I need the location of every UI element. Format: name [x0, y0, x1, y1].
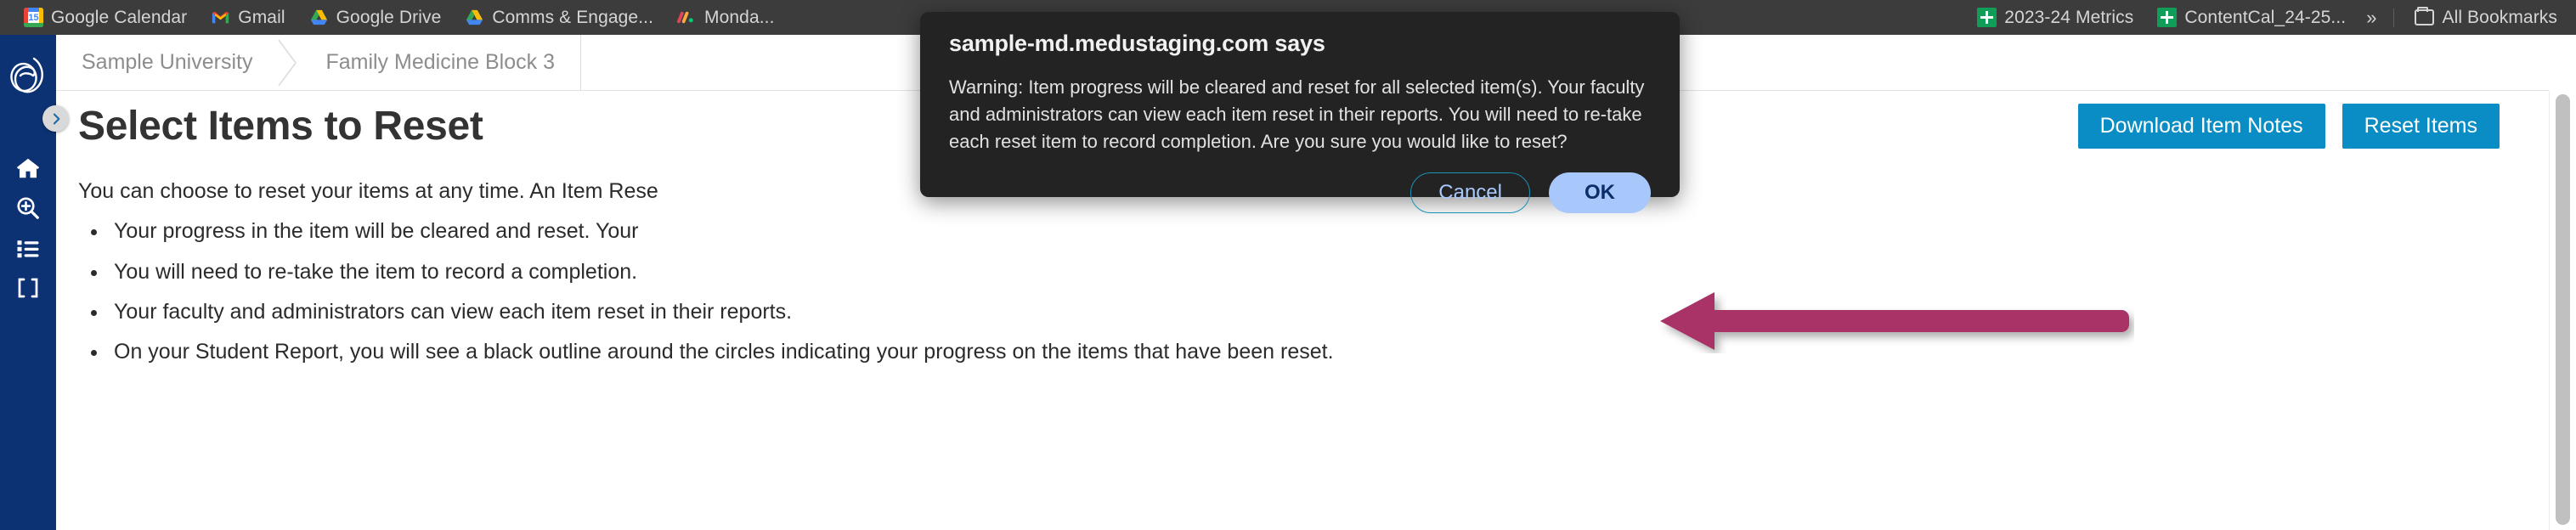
cancel-button[interactable]: Cancel	[1410, 172, 1530, 213]
dialog-message: Warning: Item progress will be cleared a…	[949, 76, 1645, 152]
bookmark-label: Gmail	[238, 7, 285, 27]
page-scrollbar[interactable]	[2549, 91, 2576, 530]
folder-icon	[2415, 7, 2435, 25]
scrollbar-thumb[interactable]	[2556, 94, 2570, 525]
breadcrumb-label: Sample University	[82, 50, 253, 74]
google-sheets-icon	[1977, 8, 1997, 27]
list-item: Your progress in the item will be cleare…	[109, 218, 2527, 245]
bookmark-monday[interactable]: Monda...	[665, 0, 787, 35]
dialog-title: sample-md.medustaging.com says	[949, 31, 1325, 56]
download-item-notes-button[interactable]: Download Item Notes	[2077, 104, 2325, 149]
dialog-actions: Cancel OK	[949, 172, 1651, 213]
gmail-icon	[211, 8, 230, 27]
sidebar-item-search[interactable]	[0, 190, 56, 230]
bookmarks-divider	[2393, 8, 2395, 27]
sidebar-item-brackets[interactable]	[0, 270, 56, 310]
search-plus-icon	[15, 195, 41, 225]
bookmark-label: Google Calendar	[51, 7, 188, 27]
bookmark-label: Monda...	[704, 7, 775, 27]
google-drive-icon	[309, 8, 329, 27]
monday-icon	[677, 8, 697, 27]
bookmark-label: ContentCal_24-25...	[2184, 7, 2347, 27]
rail-icon-list	[0, 150, 56, 310]
breadcrumb-item-0[interactable]: Sample University	[56, 35, 278, 90]
browser-window: 15 Google Calendar Gmail Google Drive Co…	[0, 0, 2576, 530]
bookmark-comms-engage[interactable]: Comms & Engage...	[453, 0, 665, 35]
app-logo[interactable]	[5, 50, 53, 98]
list-item: Your faculty and administrators can view…	[109, 299, 2527, 325]
home-icon	[15, 155, 41, 185]
all-bookmarks-button[interactable]: All Bookmarks	[2403, 0, 2576, 35]
calendar-day-number: 15	[28, 12, 39, 23]
sidebar-item-list[interactable]	[0, 230, 56, 270]
google-drive-icon	[465, 8, 484, 27]
bookmark-contentcal[interactable]: ContentCal_24-25...	[2145, 0, 2358, 35]
reset-items-button[interactable]: Reset Items	[2342, 104, 2500, 149]
bookmark-gmail[interactable]: Gmail	[199, 0, 297, 35]
confirm-dialog: sample-md.medustaging.com says Warning: …	[920, 12, 1680, 213]
brackets-icon	[15, 275, 41, 305]
bookmark-label: Comms & Engage...	[492, 7, 654, 27]
page-actions: Download Item Notes Reset Items	[2077, 104, 2527, 149]
ok-button[interactable]: OK	[1549, 172, 1651, 213]
breadcrumb-label: Family Medicine Block 3	[325, 50, 555, 74]
google-sheets-icon	[2157, 8, 2178, 27]
reset-info-list: Your progress in the item will be cleare…	[109, 218, 2527, 365]
all-bookmarks-label: All Bookmarks	[2442, 7, 2557, 27]
bookmark-label: Google Drive	[336, 7, 442, 27]
bookmarks-overflow-button[interactable]: »	[2358, 7, 2385, 29]
bookmark-google-calendar[interactable]: 15 Google Calendar	[12, 0, 199, 35]
breadcrumb-item-1[interactable]: Family Medicine Block 3	[300, 35, 581, 90]
bookmark-2023-24-metrics[interactable]: 2023-24 Metrics	[1965, 0, 2145, 35]
breadcrumb-separator-icon	[278, 35, 300, 90]
list-item: On your Student Report, you will see a b…	[109, 339, 2527, 365]
google-calendar-icon: 15	[24, 8, 43, 27]
list-icon	[15, 235, 41, 265]
bookmark-label: 2023-24 Metrics	[2004, 7, 2134, 27]
bookmark-google-drive[interactable]: Google Drive	[297, 0, 454, 35]
sidebar-item-home[interactable]	[0, 150, 56, 190]
chevron-right-icon	[53, 113, 59, 124]
expand-sidebar-button[interactable]	[42, 105, 69, 132]
list-item: You will need to re-take the item to rec…	[109, 259, 2527, 285]
